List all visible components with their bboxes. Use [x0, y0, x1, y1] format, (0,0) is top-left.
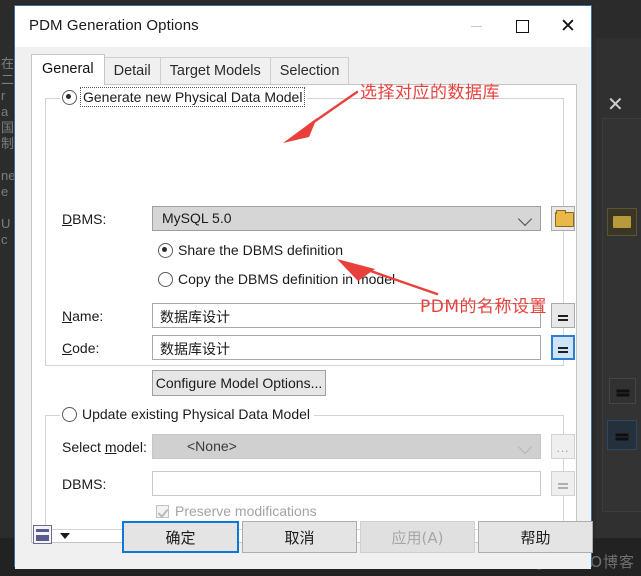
pdm-generation-options-dialog: PDM Generation Options ✕ General Detail …: [14, 5, 593, 569]
update-dbms-label: DBMS:: [62, 476, 106, 492]
report-icon[interactable]: [33, 525, 52, 544]
code-label: Code:: [62, 340, 100, 356]
close-icon[interactable]: ✕: [545, 6, 591, 46]
window-title: PDM Generation Options: [29, 17, 199, 34]
backdrop-inner-frame: [602, 118, 641, 512]
window-controls: ✕: [453, 6, 591, 46]
caret-down-icon[interactable]: [60, 533, 70, 539]
folder-icon: [555, 210, 574, 227]
name-label: Name:: [62, 308, 104, 324]
annotation-label-code: PDM的名称设置: [420, 297, 548, 317]
copy-dbms-option[interactable]: Copy the DBMS definition in model: [158, 271, 395, 287]
update-dbms-equals-button[interactable]: [551, 471, 575, 496]
update-existing-pdm-legend[interactable]: Update existing Physical Data Model: [60, 406, 315, 422]
tab-bar: General Detail Target Models Selection: [31, 54, 350, 85]
minimize-icon[interactable]: [453, 6, 499, 46]
dbms-label: DBMS:: [62, 211, 107, 227]
dbms-label-text: BMS:: [72, 211, 107, 227]
update-dbms-label-text: DBMS:: [62, 476, 107, 492]
select-model-browse-button[interactable]: ...: [551, 434, 575, 459]
cancel-button[interactable]: 取消: [242, 521, 357, 553]
help-button[interactable]: 帮助: [478, 521, 593, 553]
tab-selection[interactable]: Selection: [269, 57, 350, 85]
generate-new-pdm-legend[interactable]: Generate new Physical Data Model: [60, 87, 308, 107]
share-dbms-label: Share the DBMS definition: [178, 242, 343, 258]
apply-button: 应用(A): [360, 521, 475, 553]
backdrop-equals-button: [609, 378, 636, 404]
code-label-text: ode:: [72, 340, 100, 356]
backdrop-folder-button: [607, 208, 637, 236]
code-equals-button[interactable]: [551, 335, 575, 360]
radio-update-existing-pdm[interactable]: [62, 406, 77, 422]
name-equals-button[interactable]: [551, 303, 575, 328]
ok-button[interactable]: 确定: [122, 521, 239, 553]
radio-copy-dbms[interactable]: [158, 271, 173, 287]
ellipsis-icon: ...: [556, 441, 570, 456]
code-input[interactable]: 数据库设计: [152, 335, 541, 360]
dialog-footer: 确定 取消 应用(A) 帮助: [15, 503, 593, 569]
generate-new-pdm-label: Generate new Physical Data Model: [79, 87, 306, 107]
backdrop-close-icon: ✕: [607, 92, 624, 116]
equals-icon: [558, 346, 568, 349]
radio-share-dbms[interactable]: [158, 242, 173, 258]
tab-target-models[interactable]: Target Models: [159, 57, 271, 85]
update-existing-pdm-label: Update existing Physical Data Model: [82, 406, 311, 422]
copy-dbms-label: Copy the DBMS definition in model: [178, 271, 396, 287]
radio-generate-new-pdm[interactable]: [62, 89, 77, 105]
select-model-label-text: odel:: [116, 439, 147, 455]
backdrop-equals-button-selected: [607, 420, 637, 450]
share-dbms-option[interactable]: Share the DBMS definition: [158, 242, 343, 258]
select-model-combobox[interactable]: <None>: [152, 434, 541, 459]
title-bar: PDM Generation Options ✕: [15, 6, 591, 47]
tab-detail[interactable]: Detail: [103, 57, 161, 85]
update-dbms-input[interactable]: [152, 471, 541, 496]
tab-general[interactable]: General: [31, 54, 105, 85]
configure-model-options-button[interactable]: Configure Model Options...: [152, 370, 326, 396]
equals-icon: [558, 482, 568, 485]
dbms-combobox[interactable]: MySQL 5.0: [152, 206, 541, 231]
equals-icon: [558, 314, 568, 317]
maximize-icon[interactable]: [499, 6, 545, 46]
dbms-browse-button[interactable]: [551, 206, 575, 231]
annotation-label-dbms: 选择对应的数据库: [360, 83, 500, 103]
name-label-text: ame:: [72, 308, 104, 324]
select-model-label: Select model:: [62, 439, 147, 455]
